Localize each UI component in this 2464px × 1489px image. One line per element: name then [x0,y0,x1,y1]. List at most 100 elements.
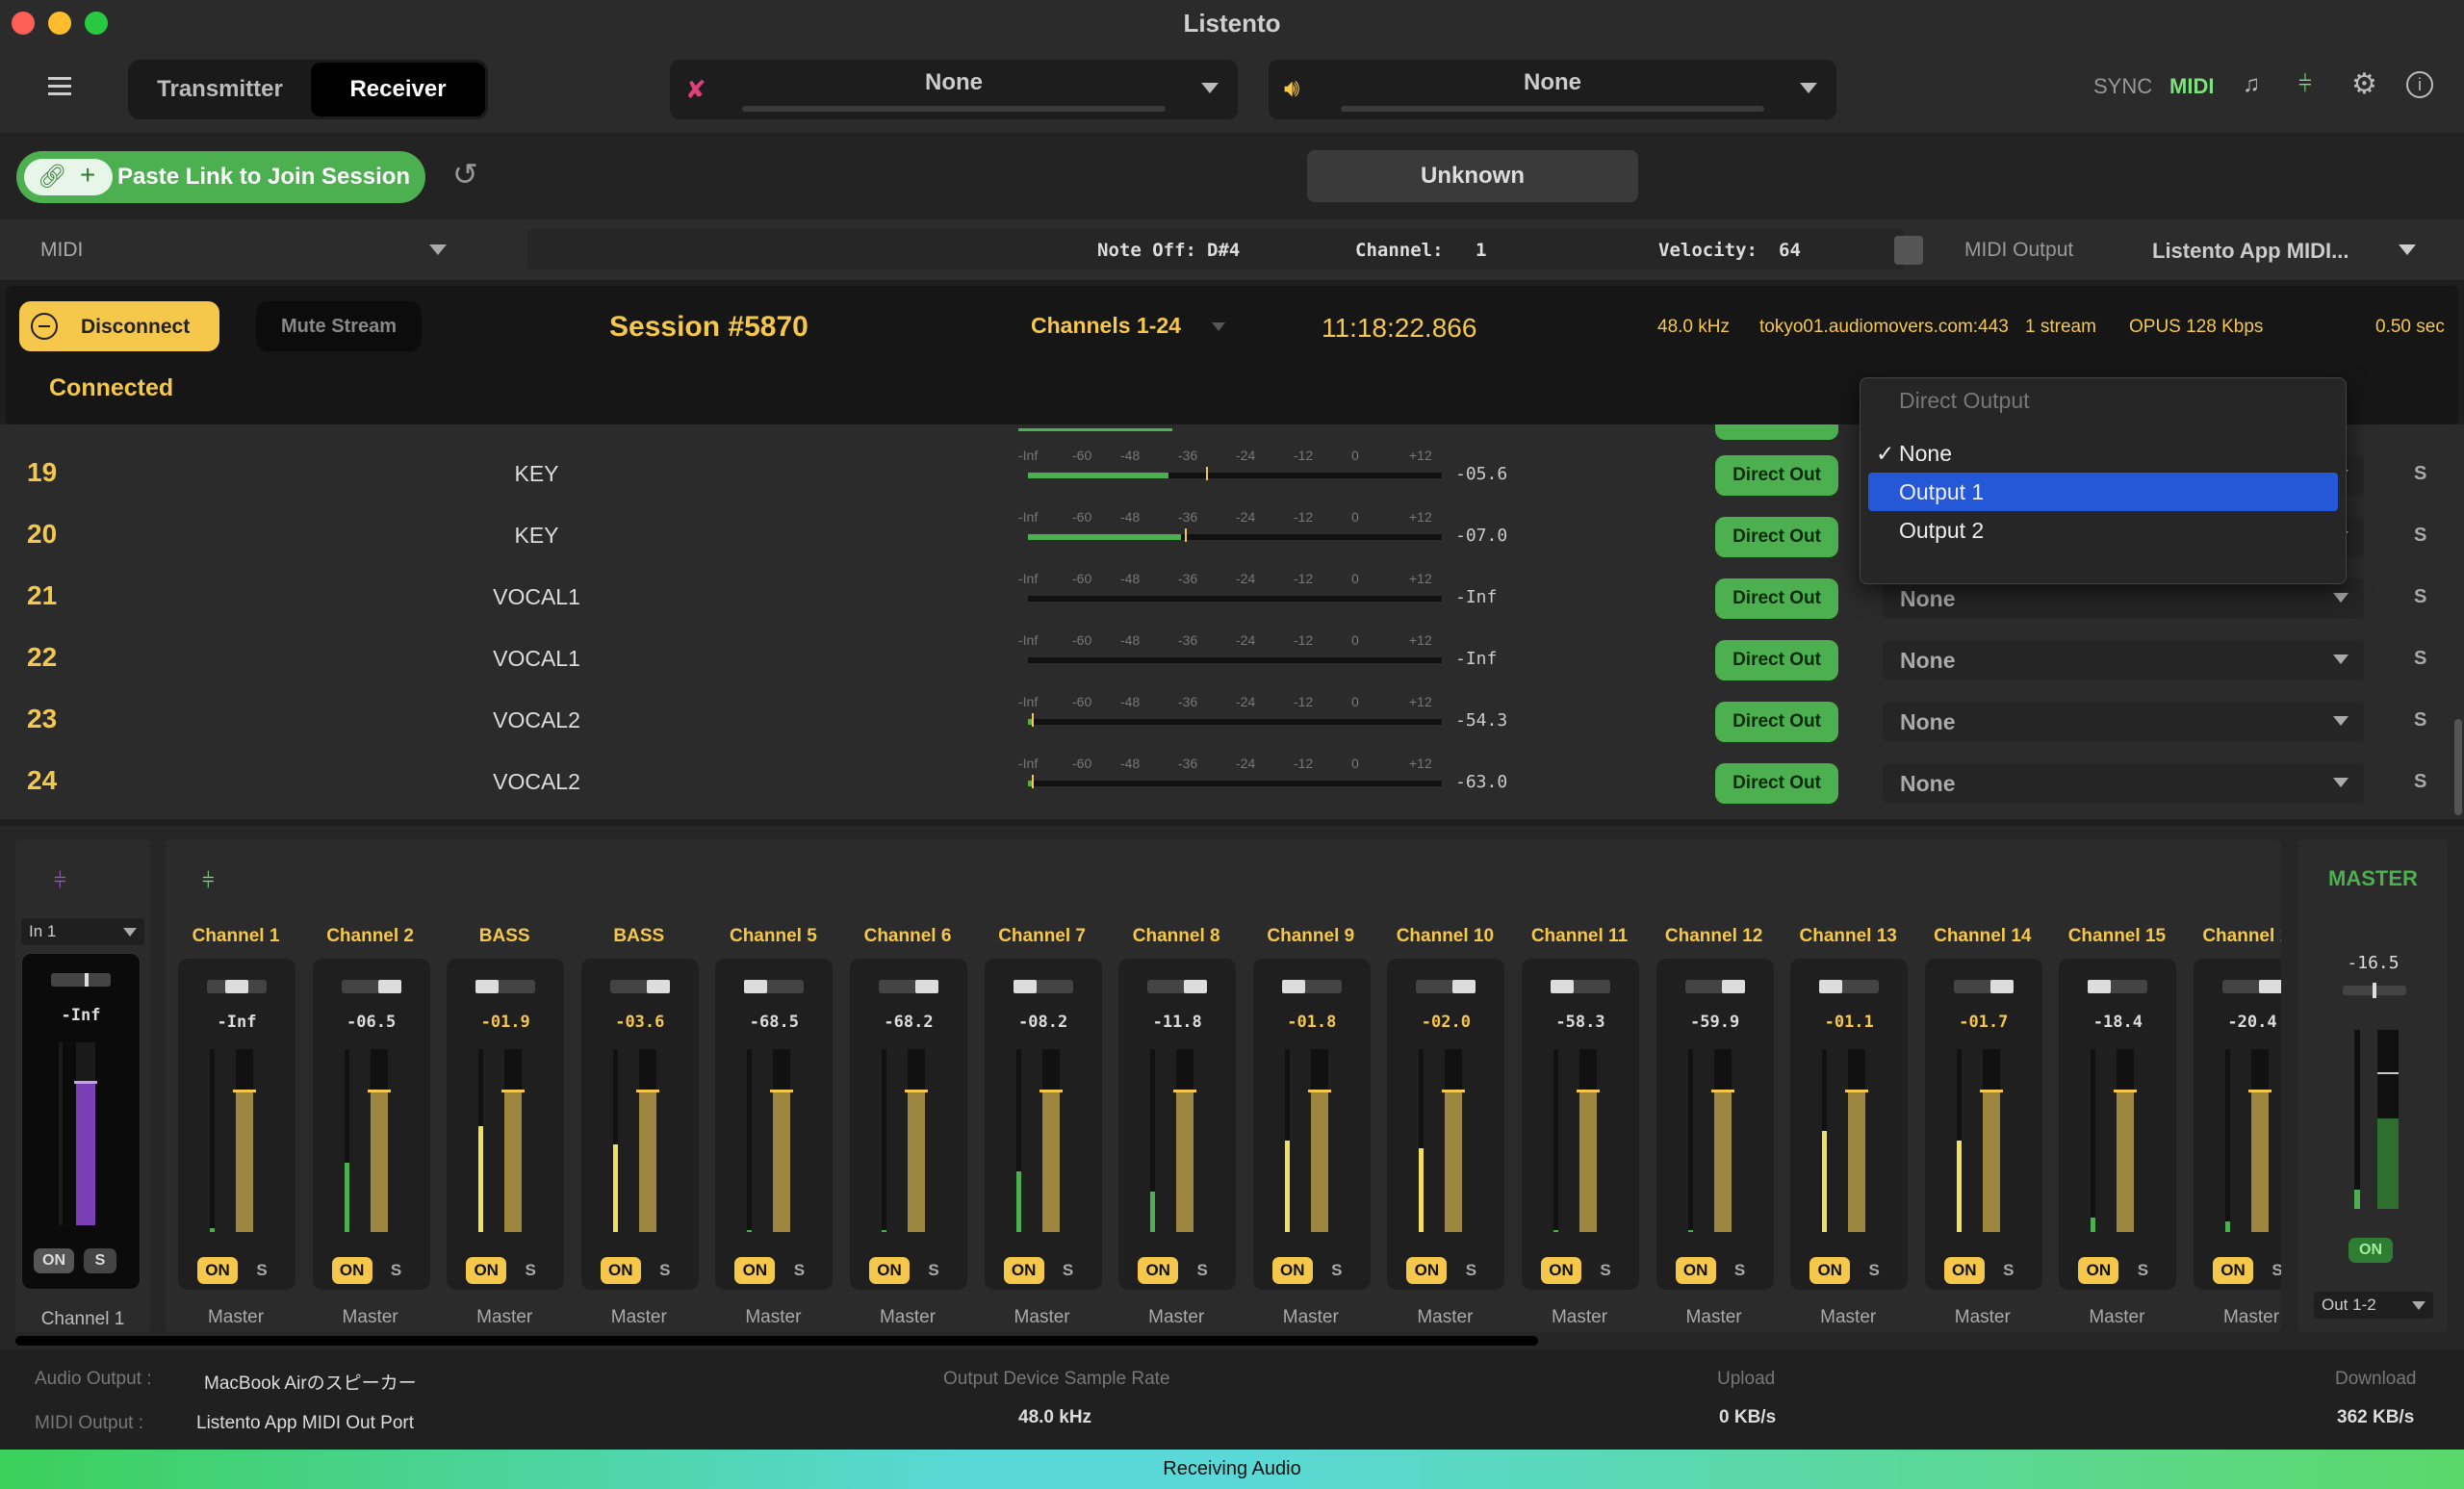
strip-pan[interactable] [1819,980,1880,993]
strip-solo-button[interactable]: S [516,1257,545,1284]
strip-on-button[interactable]: ON [600,1257,641,1284]
strip-on-button[interactable]: ON [1675,1257,1716,1284]
master-pan[interactable] [2343,983,2406,998]
strip-on-button[interactable]: ON [2078,1257,2119,1284]
direct-out-button[interactable]: Direct Out [1715,640,1838,680]
strip-solo-button[interactable]: S [1994,1257,2023,1284]
strip-on-button[interactable]: ON [1138,1257,1179,1284]
strip-solo-button[interactable]: S [919,1257,948,1284]
solo-button[interactable]: S [2414,586,2426,608]
strip-fader[interactable] [367,1049,391,1232]
strip-pan[interactable] [1013,980,1073,993]
strip-solo-button[interactable]: S [1322,1257,1351,1284]
zoom-window-button[interactable] [85,12,108,35]
input-fader[interactable] [74,1042,97,1225]
solo-button[interactable]: S [2414,648,2426,670]
input-on-button[interactable]: ON [34,1248,74,1273]
strip-solo-button[interactable]: S [1591,1257,1620,1284]
strip-pan[interactable] [341,980,401,993]
strip-solo-button[interactable]: S [1054,1257,1083,1284]
dropdown-option[interactable]: ✓ None [1868,434,2338,473]
mute-stream-button[interactable]: Mute Stream [256,301,422,351]
master-fader[interactable] [2377,1030,2399,1209]
master-output-select[interactable]: Out 1-2 [2314,1292,2433,1319]
strip-solo-button[interactable]: S [2263,1257,2281,1284]
direct-out-button[interactable]: Direct Out [1715,455,1838,496]
disconnect-button[interactable]: Disconnect [19,301,219,351]
strip-solo-button[interactable]: S [784,1257,813,1284]
strip-solo-button[interactable]: S [1456,1257,1485,1284]
strip-pan[interactable] [1281,980,1342,993]
strip-pan[interactable] [2222,980,2281,993]
direct-out-button[interactable]: Direct Out [1715,517,1838,557]
strip-fader[interactable] [1442,1049,1466,1232]
strip-solo-button[interactable]: S [2128,1257,2157,1284]
strip-fader[interactable] [1710,1049,1734,1232]
tab-transmitter[interactable]: Transmitter [131,63,309,116]
output-device-select[interactable]: 🔊︎ None [1269,60,1836,119]
direct-out-button[interactable]: Direct Out [1715,763,1838,804]
strip-on-button[interactable]: ON [2213,1257,2253,1284]
dropdown-option[interactable]: Output 2 [1868,511,2338,550]
strip-pan[interactable] [2088,980,2148,993]
strip-pan[interactable] [879,980,938,993]
strip-fader[interactable] [1979,1049,2003,1232]
strip-solo-button[interactable]: S [247,1257,276,1284]
input-solo-button[interactable]: S [84,1248,116,1273]
sync-button[interactable]: SYNC [2093,74,2152,99]
close-window-button[interactable] [12,12,35,35]
strip-on-button[interactable]: ON [466,1257,507,1284]
strip-fader[interactable] [1845,1049,1869,1232]
strip-solo-button[interactable]: S [651,1257,680,1284]
strip-pan[interactable] [609,980,670,993]
solo-button[interactable]: S [2414,525,2426,547]
mixer-sliders-icon[interactable]: ⫩ [2298,71,2312,98]
hamburger-menu-icon[interactable] [48,77,71,96]
solo-button[interactable]: S [2414,709,2426,732]
strip-on-button[interactable]: ON [869,1257,910,1284]
strip-fader[interactable] [1173,1049,1197,1232]
strip-solo-button[interactable]: S [382,1257,411,1284]
direct-output-select[interactable]: None [1883,578,2364,619]
strip-pan[interactable] [1416,980,1476,993]
direct-out-button[interactable]: Direct Out [1715,702,1838,742]
strip-on-button[interactable]: ON [197,1257,238,1284]
midi-input-select[interactable] [135,229,462,270]
music-note-icon[interactable]: ♫ [2243,71,2260,98]
direct-out-button[interactable]: Direct Out [1715,578,1838,619]
strip-solo-button[interactable]: S [1188,1257,1217,1284]
channel-range-select[interactable]: Channels 1-24 [1031,313,1243,344]
strip-on-button[interactable]: ON [1541,1257,1581,1284]
solo-button[interactable]: S [2414,771,2426,793]
strip-on-button[interactable]: ON [1406,1257,1448,1284]
strip-fader[interactable] [1307,1049,1331,1232]
strip-on-button[interactable]: ON [1003,1257,1044,1284]
strip-pan[interactable] [1147,980,1208,993]
strip-pan[interactable] [207,980,267,993]
midi-output-checkbox[interactable] [1894,236,1923,265]
channel-list-scrollbar[interactable] [2454,719,2462,815]
minimize-window-button[interactable] [48,12,71,35]
strip-on-button[interactable]: ON [734,1257,776,1284]
strip-pan[interactable] [475,980,536,993]
paste-link-button[interactable]: 🔗︎ + Paste Link to Join Session [16,151,425,203]
direct-output-select[interactable]: None [1883,763,2364,804]
input-select[interactable]: In 1 [21,918,144,945]
info-icon[interactable]: i [2406,71,2433,98]
strip-solo-button[interactable]: S [1726,1257,1755,1284]
direct-output-select[interactable]: None [1883,702,2364,742]
solo-button[interactable]: S [2414,463,2426,485]
strip-pan[interactable] [744,980,805,993]
input-settings-icon[interactable]: ⫩ [54,868,66,893]
strip-on-button[interactable]: ON [1943,1257,1985,1284]
strip-on-button[interactable]: ON [1271,1257,1313,1284]
strip-on-button[interactable]: ON [1810,1257,1851,1284]
midi-button[interactable]: MIDI [2169,74,2214,99]
dropdown-option[interactable]: Output 1 [1868,473,2338,511]
strip-pan[interactable] [1953,980,2014,993]
midi-output-select[interactable]: Listento App MIDI... [2137,229,2416,270]
strip-fader[interactable] [2248,1049,2272,1232]
strip-fader[interactable] [2114,1049,2138,1232]
direct-output-select[interactable]: None [1883,640,2364,680]
history-icon[interactable]: ↺ [452,156,478,193]
